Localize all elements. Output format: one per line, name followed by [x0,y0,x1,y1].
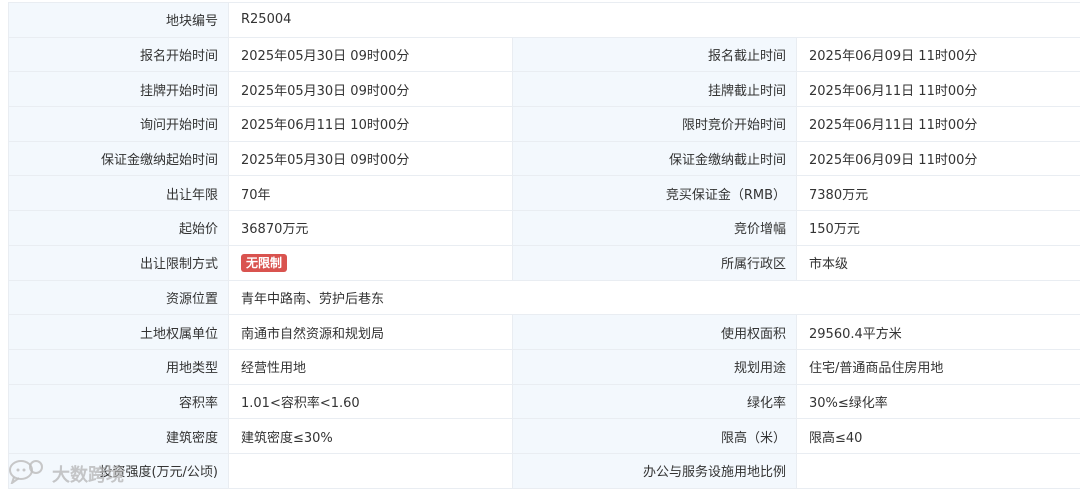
field-value: 2025年06月11日 11时00分 [795,71,1080,108]
field-label: 出让限制方式 [8,244,229,281]
field-value: 2025年05月30日 09时00分 [228,36,513,73]
table-row: 出让年限 70年 竞买保证金（RMB） 7380万元 [8,175,1080,212]
field-value: 36870万元 [228,210,513,246]
field-label: 挂牌开始时间 [8,71,229,108]
field-value: 2025年05月30日 09时00分 [228,140,513,177]
field-label: 使用权面积 [512,314,797,350]
field-label: 竞价增幅 [512,210,797,246]
field-label: 竞买保证金（RMB） [512,175,797,212]
field-label: 保证金缴纳截止时间 [512,140,797,177]
field-label: 限时竞价开始时间 [512,106,797,142]
field-label: 投资强度(万元/公顷) [8,452,229,489]
field-label: 保证金缴纳起始时间 [8,140,229,177]
table-row: 投资强度(万元/公顷) 办公与服务设施用地比例 [8,452,1080,489]
field-label: 出让年限 [8,175,229,212]
field-value: 无限制 [228,244,513,281]
field-label: 所属行政区 [512,244,797,281]
field-label: 规划用途 [512,348,797,385]
table-row: 报名开始时间 2025年05月30日 09时00分 报名截止时间 2025年06月09… [8,36,1080,73]
table-row: 资源位置 青年中路南、劳护后巷东 [8,279,1080,316]
field-value [795,452,1080,489]
field-value: 市本级 [795,244,1080,281]
field-label: 挂牌截止时间 [512,71,797,108]
table-row: 用地类型 经营性用地 规划用途 住宅/普通商品住房用地 [8,348,1080,385]
field-label: 报名截止时间 [512,36,797,73]
field-label: 地块编号 [8,2,229,38]
field-value: 建筑密度≤30% [228,418,513,454]
table-row: 建筑密度 建筑密度≤30% 限高（米） 限高≤40 [8,418,1080,454]
field-value: 住宅/普通商品住房用地 [795,348,1080,385]
land-info-table: 地块编号 R25004 报名开始时间 2025年05月30日 09时00分 报名截止时间… [8,2,1080,489]
field-value: 70年 [228,175,513,212]
field-label: 询问开始时间 [8,106,229,142]
field-value: 限高≤40 [795,418,1080,454]
table-row: 容积率 1.01<容积率<1.60 绿化率 30%≤绿化率 [8,383,1080,420]
field-value: 1.01<容积率<1.60 [228,383,513,420]
field-value: 30%≤绿化率 [795,383,1080,420]
table-row: 起始价 36870万元 竞价增幅 150万元 [8,210,1080,246]
field-value [228,452,513,489]
field-value: 29560.4平方米 [795,314,1080,350]
table-row: 询问开始时间 2025年06月11日 10时00分 限时竞价开始时间 2025年06月… [8,106,1080,142]
field-value: 南通市自然资源和规划局 [228,314,513,350]
field-label: 起始价 [8,210,229,246]
field-label: 容积率 [8,383,229,420]
field-value: 150万元 [795,210,1080,246]
field-label: 资源位置 [8,279,229,316]
field-label: 用地类型 [8,348,229,385]
table-row: 土地权属单位 南通市自然资源和规划局 使用权面积 29560.4平方米 [8,314,1080,350]
field-label: 限高（米） [512,418,797,454]
table-row: 保证金缴纳起始时间 2025年05月30日 09时00分 保证金缴纳截止时间 2025… [8,140,1080,177]
status-badge: 无限制 [241,253,288,272]
table-row: 地块编号 R25004 [8,2,1080,38]
table-row: 挂牌开始时间 2025年05月30日 09时00分 挂牌截止时间 2025年06月11… [8,71,1080,108]
field-label: 土地权属单位 [8,314,229,350]
field-value: 7380万元 [795,175,1080,212]
field-label: 绿化率 [512,383,797,420]
field-label: 办公与服务设施用地比例 [512,452,797,489]
field-value: 2025年06月11日 11时00分 [795,106,1080,142]
field-label: 报名开始时间 [8,36,229,73]
field-value: R25004 [227,2,1080,38]
table-row: 出让限制方式 无限制 所属行政区 市本级 [8,244,1080,281]
field-value: 2025年05月30日 09时00分 [228,71,513,108]
field-value: 2025年06月09日 11时00分 [795,36,1080,73]
field-value: 2025年06月11日 10时00分 [228,106,513,142]
field-value: 2025年06月09日 11时00分 [795,140,1080,177]
field-value: 经营性用地 [228,348,513,385]
field-value: 青年中路南、劳护后巷东 [227,279,1080,316]
field-label: 建筑密度 [8,418,229,454]
